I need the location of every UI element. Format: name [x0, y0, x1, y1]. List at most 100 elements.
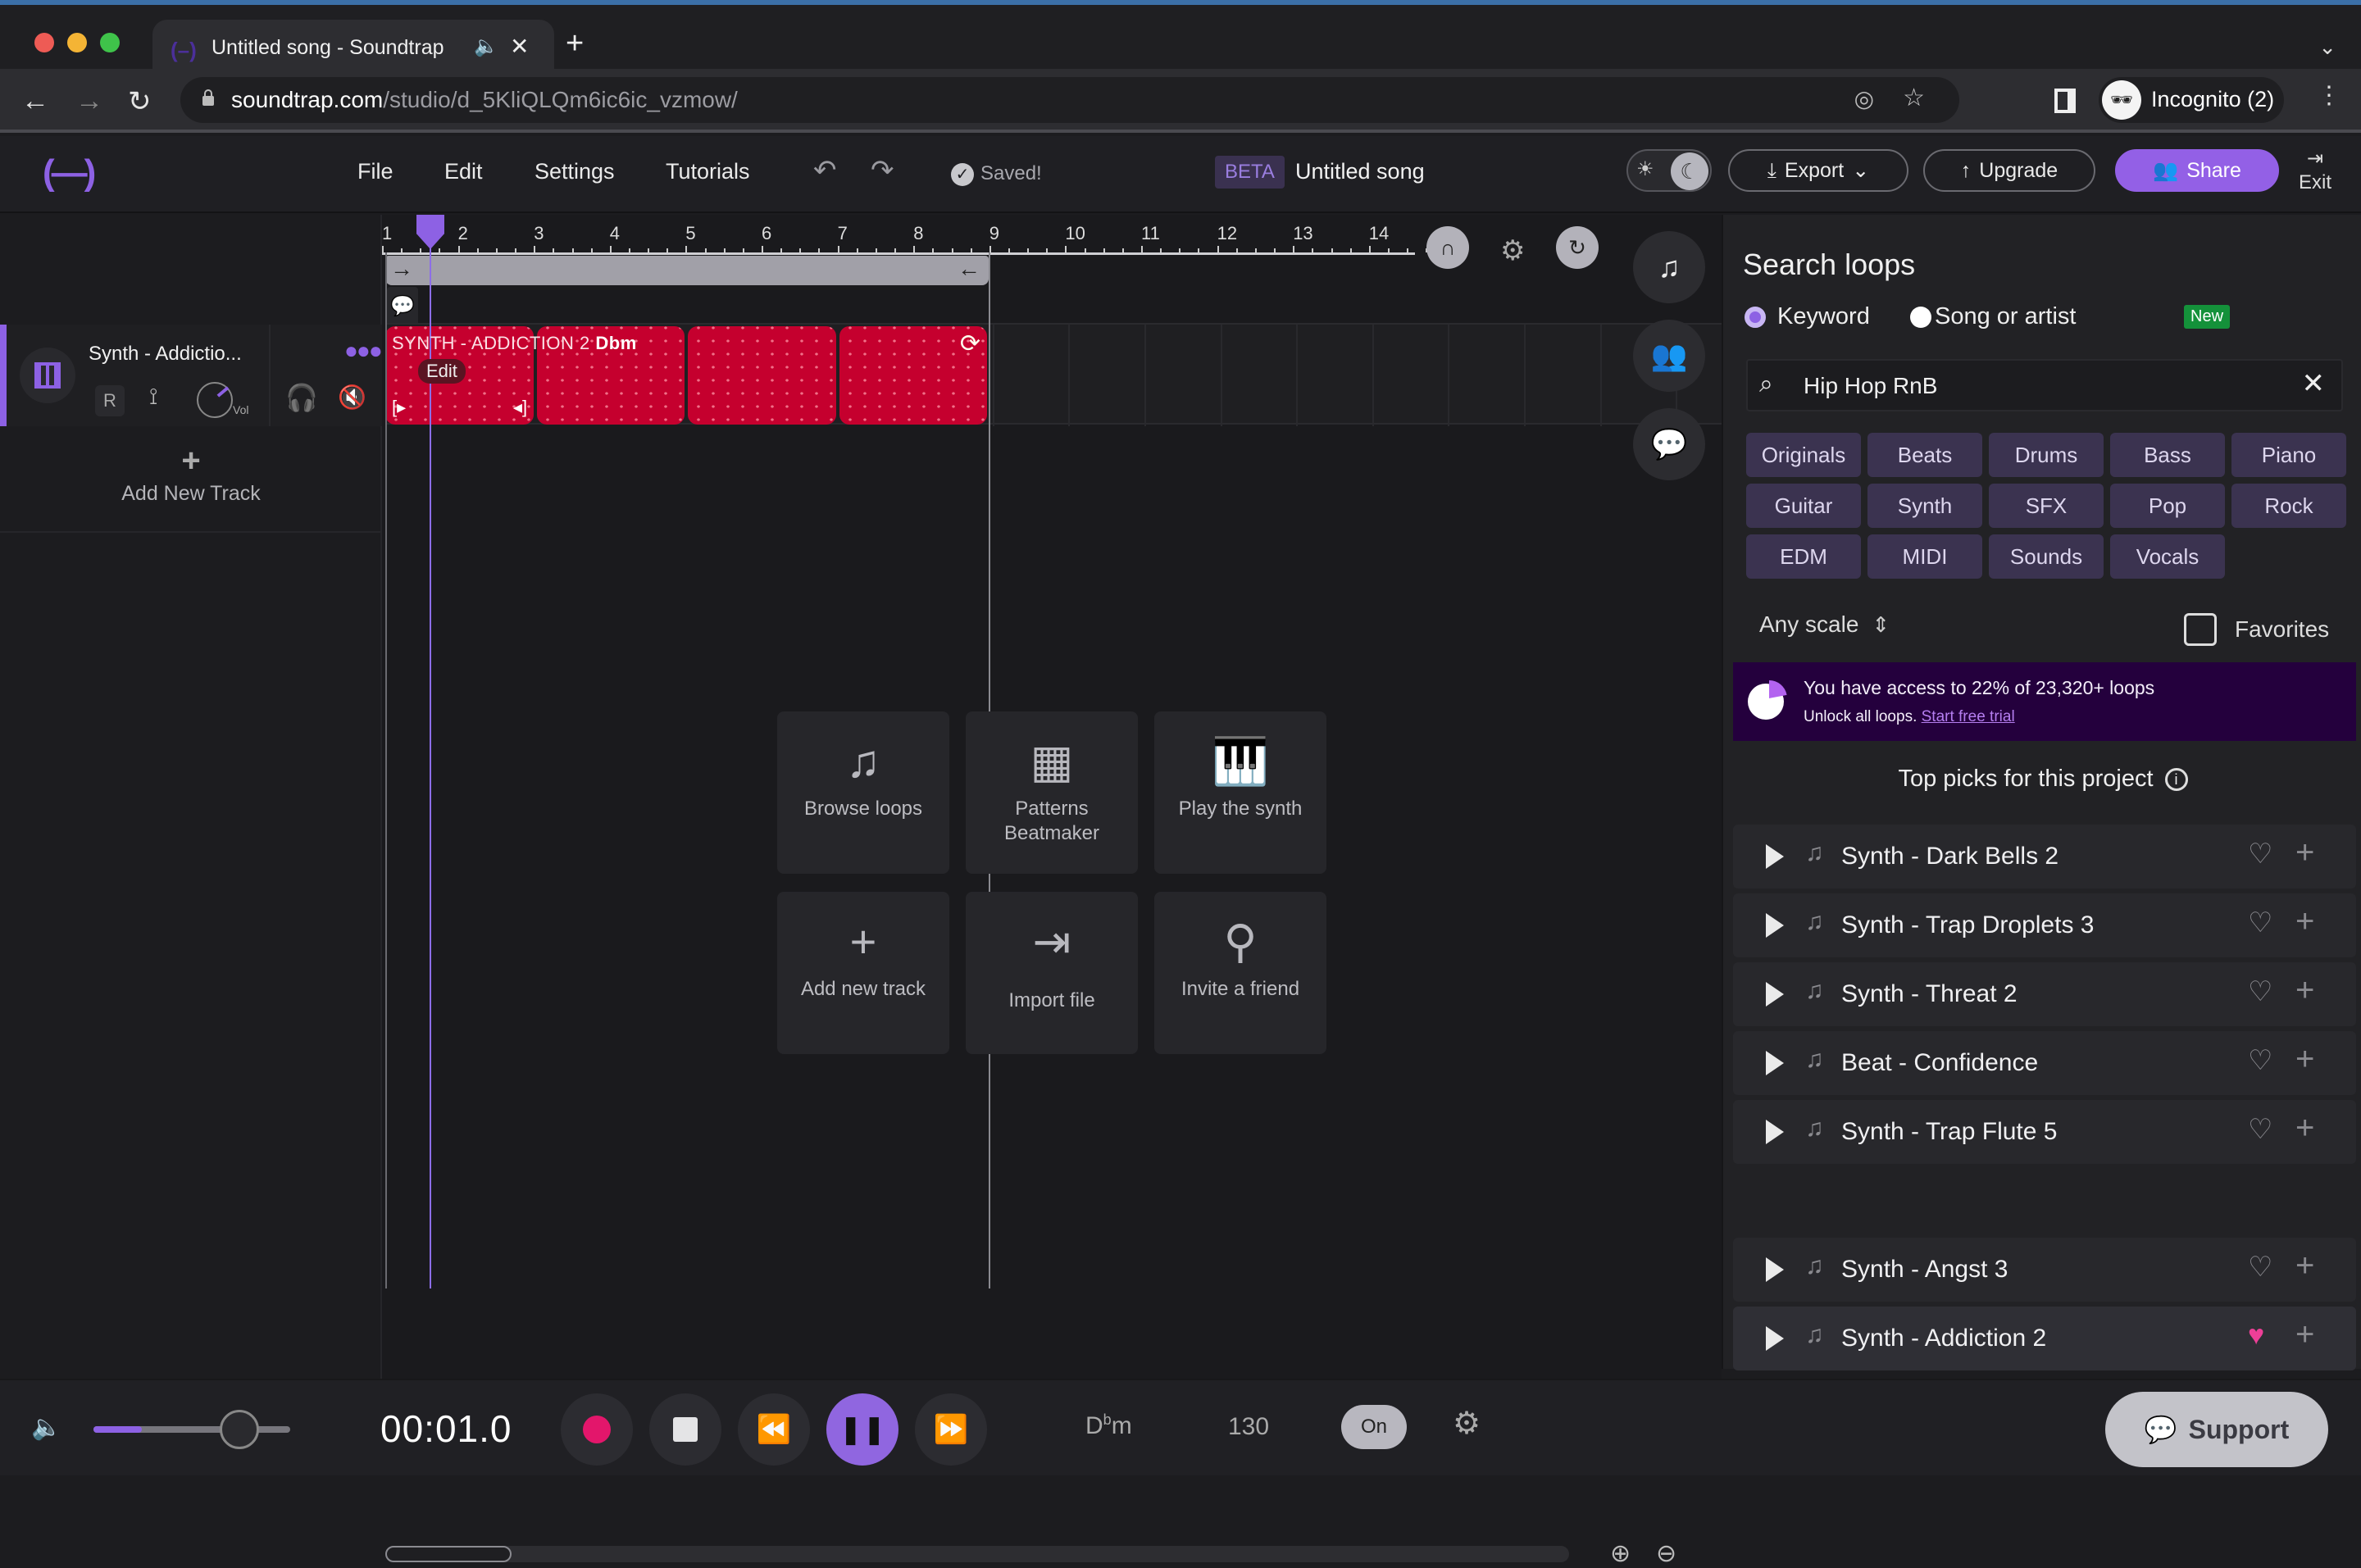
- loop-list-item[interactable]: ♫ Synth - Trap Droplets 3 ♡ +: [1733, 893, 2356, 957]
- add-loop-icon[interactable]: +: [2295, 903, 2314, 940]
- record-arm-button[interactable]: R: [95, 385, 125, 416]
- favorite-heart-icon[interactable]: ♥: [2248, 1320, 2264, 1352]
- add-loop-icon[interactable]: +: [2295, 1316, 2314, 1353]
- category-chip[interactable]: Synth: [1867, 484, 1982, 528]
- category-chip[interactable]: Piano: [2231, 433, 2346, 477]
- loop-search-input[interactable]: [1804, 370, 2263, 402]
- speaker-volume-icon[interactable]: 🔈: [31, 1413, 61, 1442]
- play-icon[interactable]: [1766, 1326, 1784, 1351]
- audio-clip[interactable]: SYNTH - ADDICTION 2 Dbm ⟳ Edit [▸ ◂]: [385, 326, 987, 425]
- song-artist-label[interactable]: Song or artist: [1935, 303, 2076, 330]
- category-chip[interactable]: EDM: [1746, 534, 1861, 579]
- exit-button[interactable]: ⇥ Exit: [2299, 148, 2331, 195]
- play-icon[interactable]: [1766, 913, 1784, 938]
- favorites-checkbox[interactable]: [2184, 613, 2217, 646]
- window-minimize-button[interactable]: [67, 33, 87, 52]
- side-panel-icon[interactable]: [2054, 89, 2076, 113]
- volume-knob[interactable]: [197, 382, 233, 418]
- category-chip[interactable]: Vocals: [2110, 534, 2225, 579]
- loop-start-arrow-icon[interactable]: →: [390, 256, 413, 282]
- browse-loops-card[interactable]: ♫ Browse loops: [777, 711, 949, 874]
- more-options-icon[interactable]: ●●●: [344, 338, 383, 364]
- start-free-trial-link[interactable]: Start free trial: [1922, 708, 2015, 725]
- undo-icon[interactable]: ↶: [813, 154, 837, 187]
- clip-start-trim-handle[interactable]: [▸: [392, 397, 406, 418]
- incognito-profile-button[interactable]: 🕶 Incognito (2): [2099, 77, 2284, 123]
- import-file-card[interactable]: ⇥ Import file: [966, 892, 1138, 1054]
- keyword-radio[interactable]: [1745, 307, 1766, 328]
- keyword-label[interactable]: Keyword: [1777, 303, 1870, 330]
- new-tab-button[interactable]: +: [566, 28, 584, 59]
- category-chip[interactable]: Originals: [1746, 433, 1861, 477]
- share-button[interactable]: 👥 Share: [2115, 149, 2279, 192]
- window-maximize-button[interactable]: [100, 33, 120, 52]
- metronome-toggle[interactable]: On: [1341, 1405, 1407, 1449]
- close-tab-icon[interactable]: ✕: [510, 33, 529, 60]
- menu-tutorials[interactable]: Tutorials: [666, 159, 750, 184]
- loop-list-item[interactable]: ♫ Synth - Addiction 2 ♥ +: [1733, 1307, 2356, 1370]
- stop-button[interactable]: [649, 1393, 721, 1466]
- favorite-heart-icon[interactable]: ♡: [2248, 838, 2272, 870]
- category-chip[interactable]: SFX: [1989, 484, 2104, 528]
- transport-settings-icon[interactable]: ⚙: [1453, 1405, 1481, 1442]
- speaker-icon[interactable]: 🔈: [474, 34, 498, 58]
- loop-toggle-icon[interactable]: ↻: [1556, 226, 1599, 269]
- browser-tab[interactable]: (–) Untitled song - Soundtrap 🔈 ✕: [152, 20, 554, 74]
- add-loop-icon[interactable]: +: [2295, 1110, 2314, 1147]
- tempo-display[interactable]: 130: [1228, 1413, 1269, 1441]
- loop-range-bar[interactable]: → ←: [385, 256, 989, 285]
- favorite-heart-icon[interactable]: ♡: [2248, 1251, 2272, 1284]
- forward-icon[interactable]: →: [75, 85, 103, 117]
- add-comment-icon[interactable]: 💬: [387, 287, 418, 326]
- add-loop-icon[interactable]: +: [2295, 1041, 2314, 1078]
- song-artist-radio[interactable]: [1910, 307, 1931, 328]
- rewind-button[interactable]: ⏪: [738, 1393, 810, 1466]
- play-icon[interactable]: [1766, 844, 1784, 869]
- mute-icon[interactable]: 🔇: [338, 384, 366, 411]
- favorite-heart-icon[interactable]: ♡: [2248, 1044, 2272, 1077]
- master-volume-slider[interactable]: [93, 1410, 290, 1449]
- pause-button[interactable]: ❚❚: [826, 1393, 898, 1466]
- category-chip[interactable]: Beats: [1867, 433, 1982, 477]
- snap-magnet-icon[interactable]: ∩: [1426, 226, 1469, 269]
- music-note-icon[interactable]: ♫: [1633, 231, 1705, 303]
- clear-search-icon[interactable]: ✕: [2302, 367, 2326, 400]
- timeline-ruler[interactable]: 1 2 3 4 5 6 7 8 9 10 11 12 13 14: [382, 215, 1428, 256]
- zoom-in-icon[interactable]: ⊕: [1610, 1539, 1631, 1568]
- collaborators-icon[interactable]: 👥: [1633, 320, 1705, 392]
- patterns-beatmaker-card[interactable]: ▦ Patterns Beatmaker: [966, 711, 1138, 874]
- horizontal-scrollbar[interactable]: [385, 1546, 1569, 1562]
- timeline-settings-icon[interactable]: ⚙: [1500, 234, 1525, 267]
- theme-toggle[interactable]: ☀ ☾: [1626, 149, 1712, 192]
- favorite-heart-icon[interactable]: ♡: [2248, 975, 2272, 1008]
- menu-edit[interactable]: Edit: [444, 159, 483, 184]
- category-chip[interactable]: Drums: [1989, 433, 2104, 477]
- clip-end-trim-handle[interactable]: ◂]: [513, 397, 527, 418]
- browser-menu-icon[interactable]: ⋮: [2317, 84, 2341, 108]
- loop-list-item[interactable]: ♫ Synth - Trap Flute 5 ♡ +: [1733, 1100, 2356, 1164]
- play-icon[interactable]: [1766, 1120, 1784, 1144]
- menu-file[interactable]: File: [357, 159, 394, 184]
- loop-search-field[interactable]: ⌕ ✕: [1746, 359, 2343, 411]
- export-button[interactable]: ⤓ Export ⌄: [1728, 149, 1908, 192]
- scrollbar-thumb[interactable]: [385, 1546, 512, 1562]
- track-name[interactable]: Synth - Addictio...: [89, 343, 242, 366]
- track-header[interactable]: Synth - Addictio... ●●● R ⟟ Vol 🎧 🔇: [0, 325, 383, 426]
- category-chip[interactable]: Sounds: [1989, 534, 2104, 579]
- menu-settings[interactable]: Settings: [535, 159, 615, 184]
- clip-edit-button[interactable]: Edit: [418, 359, 466, 384]
- add-loop-icon[interactable]: +: [2295, 972, 2314, 1009]
- category-chip[interactable]: Pop: [2110, 484, 2225, 528]
- category-chip[interactable]: MIDI: [1867, 534, 1982, 579]
- upgrade-button[interactable]: ↑ Upgrade: [1923, 149, 2095, 192]
- fast-forward-button[interactable]: ⏩: [915, 1393, 987, 1466]
- song-title[interactable]: Untitled song: [1295, 159, 1425, 184]
- add-loop-icon[interactable]: +: [2295, 834, 2314, 871]
- support-button[interactable]: 💬 Support: [2105, 1392, 2328, 1467]
- info-icon[interactable]: i: [2164, 768, 2188, 792]
- master-volume-thumb[interactable]: [220, 1410, 259, 1449]
- address-bar[interactable]: soundtrap.com/studio/d_5KliQLQm6ic6ic_vz…: [180, 77, 1959, 123]
- favorites-label[interactable]: Favorites: [2235, 616, 2329, 643]
- category-chip[interactable]: Bass: [2110, 433, 2225, 477]
- soundtrap-logo[interactable]: (—): [43, 152, 96, 193]
